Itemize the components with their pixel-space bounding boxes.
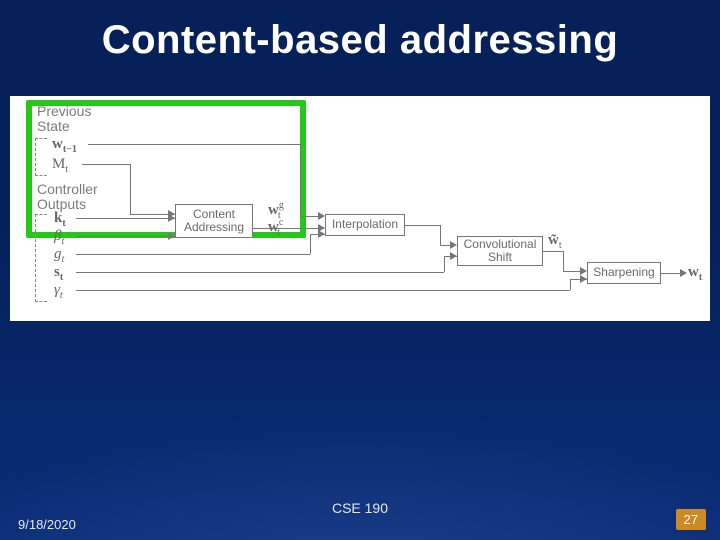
footer-date: 9/18/2020 bbox=[18, 517, 76, 532]
symbol-wtilde: w̃t bbox=[548, 232, 562, 251]
architecture-figure: Previous State wt−1 Mt Controller Output… bbox=[10, 96, 710, 321]
symbol-wg: wgt bbox=[268, 200, 281, 221]
arrowhead-icon bbox=[450, 252, 457, 260]
node-content-addressing: Content Addressing bbox=[175, 204, 253, 238]
symbol-M: Mt bbox=[52, 156, 68, 175]
node-interpolation: Interpolation bbox=[325, 214, 405, 236]
node-conv-shift: Convolutional Shift bbox=[457, 236, 543, 266]
wire bbox=[82, 164, 130, 165]
page-number-badge: 27 bbox=[676, 509, 706, 530]
arrowhead-icon bbox=[580, 267, 587, 275]
figure-canvas: Previous State wt−1 Mt Controller Output… bbox=[10, 96, 710, 321]
symbol-wout: wt bbox=[688, 264, 702, 283]
slide-title: Content-based addressing bbox=[0, 18, 720, 63]
symbol-beta: βt bbox=[54, 228, 64, 247]
wire bbox=[570, 279, 571, 290]
node-sharpening: Sharpening bbox=[587, 262, 661, 284]
wire bbox=[300, 144, 301, 216]
footer-course: CSE 190 bbox=[0, 500, 720, 516]
arrowhead-icon bbox=[168, 214, 175, 222]
symbol-s: st bbox=[54, 264, 63, 283]
wire bbox=[310, 234, 311, 254]
wire bbox=[130, 164, 131, 214]
wire bbox=[88, 144, 300, 145]
arrowhead-icon bbox=[318, 230, 325, 238]
arrowhead-icon bbox=[450, 241, 457, 249]
wire bbox=[76, 218, 175, 219]
bracket-controller-outputs bbox=[35, 214, 47, 302]
bracket-previous-state bbox=[35, 138, 47, 176]
arrowhead-icon bbox=[168, 232, 175, 240]
symbol-k: kt bbox=[54, 210, 66, 229]
wire bbox=[76, 254, 310, 255]
wire bbox=[563, 251, 564, 271]
wire bbox=[444, 256, 445, 272]
wire bbox=[76, 236, 175, 237]
arrowhead-icon bbox=[580, 275, 587, 283]
wire bbox=[405, 225, 440, 226]
wire bbox=[76, 272, 444, 273]
symbol-w-prev: wt−1 bbox=[52, 136, 77, 155]
wire bbox=[440, 225, 441, 245]
wire bbox=[300, 216, 320, 217]
wire bbox=[543, 251, 563, 252]
symbol-g: gt bbox=[54, 246, 64, 265]
label-previous-state: Previous State bbox=[37, 104, 91, 133]
wire bbox=[76, 290, 570, 291]
label-controller-outputs: Controller Outputs bbox=[37, 182, 98, 211]
arrowhead-icon bbox=[318, 212, 325, 220]
arrowhead-icon bbox=[680, 269, 687, 277]
symbol-gamma: γt bbox=[54, 282, 63, 301]
